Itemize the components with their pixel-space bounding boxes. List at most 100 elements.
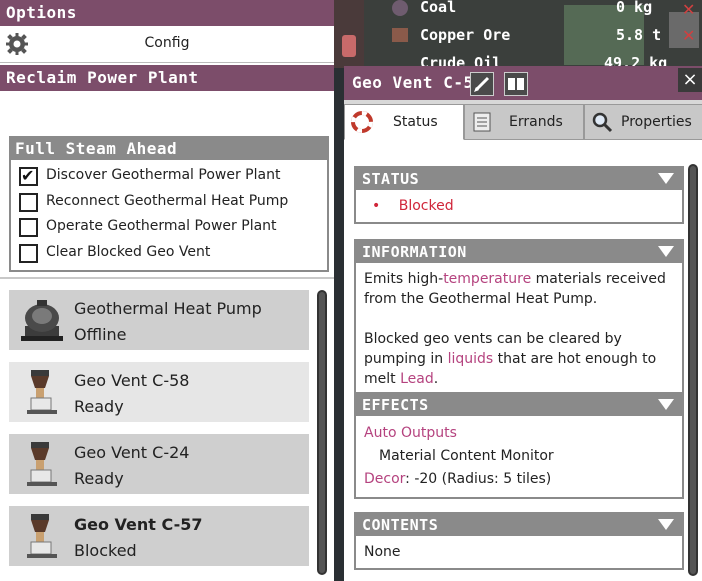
config-label: Config <box>144 35 190 51</box>
heat-pump-icon <box>21 300 63 341</box>
game-world: Coal 0 kg Copper Ore 5.8 t Crude Oil 49.… <box>334 0 702 68</box>
tab-errands[interactable]: Errands <box>464 104 584 140</box>
divider <box>0 277 334 279</box>
checkbox[interactable] <box>19 192 38 212</box>
decor-link[interactable]: Decor <box>364 471 405 487</box>
quest-item-label: Discover Geothermal Power Plant <box>46 167 281 183</box>
checkbox[interactable]: ✔ <box>19 166 38 186</box>
building-entry-heat-pump[interactable]: Geothermal Heat Pump Offline <box>9 290 309 350</box>
section-title: STATUS <box>362 170 420 188</box>
geo-vent-icon <box>27 370 57 414</box>
remove-resource-icon[interactable]: ✕ <box>682 0 695 19</box>
status-section: STATUS • Blocked <box>354 166 684 224</box>
resource-name: Coal <box>420 0 457 16</box>
quest-item[interactable]: Reconnect Geothermal Heat Pump <box>11 189 327 215</box>
codex-button[interactable] <box>504 72 528 96</box>
collapse-arrow-icon[interactable] <box>658 173 674 184</box>
auto-outputs-link[interactable]: Auto Outputs <box>364 422 674 445</box>
collapse-arrow-icon[interactable] <box>658 246 674 257</box>
tab-label: Properties <box>621 114 692 130</box>
section-header[interactable]: EFFECTS <box>356 394 682 416</box>
scroll-icon <box>473 112 491 132</box>
contents-section: CONTENTS None <box>354 512 684 570</box>
resource-amount: 5.8 t <box>616 26 662 44</box>
building-name: Geothermal Heat Pump <box>74 299 262 318</box>
collapse-arrow-icon[interactable] <box>658 519 674 530</box>
building-state: Ready <box>74 397 124 416</box>
effects-section: EFFECTS Auto Outputs Material Content Mo… <box>354 392 684 499</box>
text: . <box>433 371 439 387</box>
decor-line: Decor: -20 (Radius: 5 tiles) <box>364 468 674 491</box>
section-title: INFORMATION <box>362 243 467 261</box>
liquids-link[interactable]: liquids <box>448 351 494 367</box>
quest-item-label: Reconnect Geothermal Heat Pump <box>46 192 289 209</box>
details-header: Geo Vent C-57 × <box>344 66 702 100</box>
lifebuoy-icon <box>351 111 373 133</box>
scrollbar-thumb[interactable] <box>319 292 325 573</box>
section-header[interactable]: STATUS <box>356 168 682 190</box>
checkbox[interactable] <box>19 243 38 263</box>
reclaim-header: Reclaim Power Plant <box>0 65 334 91</box>
quest-item[interactable]: ✔ Discover Geothermal Power Plant <box>11 163 327 189</box>
building-entry-vent-c24[interactable]: Geo Vent C-24 Ready <box>9 434 309 494</box>
building-name: Geo Vent C-58 <box>74 371 190 390</box>
tab-label: Status <box>393 114 438 130</box>
building-name: Geo Vent C-24 <box>74 443 190 462</box>
config-button[interactable]: Config <box>0 26 334 63</box>
monitor-text: Material Content Monitor <box>379 448 554 464</box>
building-state: Ready <box>74 469 124 488</box>
details-scrollbar[interactable] <box>688 164 698 576</box>
info-paragraph: Blocked geo vents can be cleared by pump… <box>364 329 674 389</box>
geo-vent-icon <box>27 514 57 558</box>
rename-button[interactable] <box>470 72 494 96</box>
scrollbar-thumb[interactable] <box>690 166 696 574</box>
quest-item[interactable]: Clear Blocked Geo Vent <box>11 240 327 266</box>
world-object <box>342 35 356 57</box>
quest-item-label: Operate Geothermal Power Plant <box>46 218 277 234</box>
close-button[interactable]: × <box>678 68 702 92</box>
tab-bar: Status Errands Properties <box>344 100 702 140</box>
tab-properties[interactable]: Properties <box>584 104 702 140</box>
remove-resource-icon[interactable]: ✕ <box>682 26 695 45</box>
information-section: INFORMATION Emits high-temperature mater… <box>354 239 684 397</box>
status-bullet: • <box>372 198 381 214</box>
world-tile <box>334 0 364 68</box>
checkmark-icon: ✔ <box>21 166 35 185</box>
coal-icon <box>392 0 408 16</box>
quest-title: Full Steam Ahead <box>11 138 327 160</box>
geo-vent-icon <box>27 442 57 486</box>
book-icon <box>508 78 524 90</box>
building-list: Geothermal Heat Pump Offline Geo Vent C-… <box>9 290 309 578</box>
lead-link[interactable]: Lead <box>400 371 434 387</box>
resource-amount: 0 kg <box>616 0 653 16</box>
magnifier-icon <box>592 112 613 133</box>
text: Emits high- <box>364 271 444 287</box>
info-paragraph: Emits high-temperature materials receive… <box>364 269 674 309</box>
building-entry-vent-c57[interactable]: Geo Vent C-57 Blocked <box>9 506 309 566</box>
building-entry-vent-c58[interactable]: Geo Vent C-58 Ready <box>9 362 309 422</box>
quest-item-label: Clear Blocked Geo Vent <box>46 243 211 260</box>
status-blocked: Blocked <box>398 198 454 214</box>
building-name: Geo Vent C-57 <box>74 515 203 534</box>
section-title: CONTENTS <box>362 516 439 534</box>
options-header: Options <box>0 0 334 26</box>
collapse-arrow-icon[interactable] <box>658 399 674 410</box>
resource-name: Copper Ore <box>420 26 511 44</box>
pencil-icon <box>474 76 490 92</box>
section-title: EFFECTS <box>362 396 429 414</box>
quest-item[interactable]: Operate Geothermal Power Plant <box>11 214 327 240</box>
temperature-link[interactable]: temperature <box>443 271 531 287</box>
tab-status[interactable]: Status <box>344 104 464 140</box>
details-title: Geo Vent C-57 <box>352 73 484 92</box>
left-panel: Options Config Reclaim Power Plant Full … <box>0 0 334 581</box>
contents-value: None <box>364 544 401 560</box>
tab-label: Errands <box>509 114 563 130</box>
section-header[interactable]: INFORMATION <box>356 241 682 263</box>
quest-box: Full Steam Ahead ✔ Discover Geothermal P… <box>9 136 329 272</box>
details-panel: Geo Vent C-57 × Status Errands Propertie… <box>344 66 702 581</box>
checkbox[interactable] <box>19 218 38 237</box>
list-scrollbar[interactable] <box>317 290 327 575</box>
section-header[interactable]: CONTENTS <box>356 514 682 536</box>
copper-ore-icon <box>392 28 408 42</box>
decor-value: : -20 (Radius: 5 tiles) <box>405 471 552 487</box>
